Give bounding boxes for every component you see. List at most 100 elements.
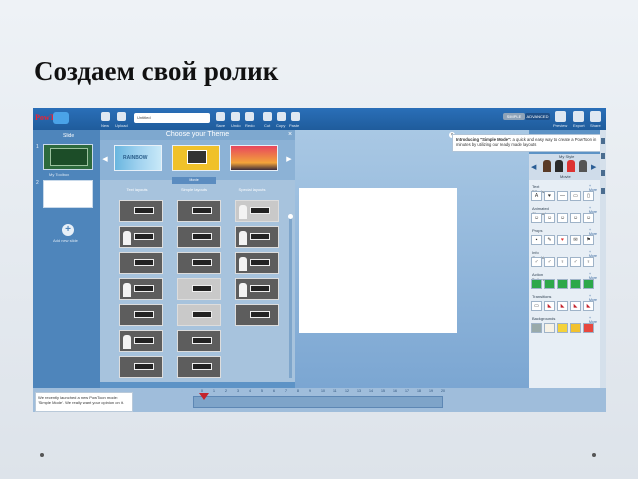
new-icon[interactable] [101,112,110,121]
copy-icon[interactable] [277,112,286,121]
action-button-item[interactable] [544,279,555,289]
layout-tile[interactable] [177,278,221,300]
theme-card[interactable] [230,145,278,171]
prop-item[interactable]: ▪ [531,235,542,245]
undo-icon[interactable] [231,112,240,121]
infographic-item[interactable]: ♂ [531,257,542,267]
action-button-item[interactable] [557,279,568,289]
action-button-item[interactable] [570,279,581,289]
layout-tile[interactable] [235,252,279,274]
transition-item[interactable]: ◣ [557,301,568,311]
layout-tile[interactable] [177,252,221,274]
background-swatch[interactable] [544,323,555,333]
chevron-right-icon[interactable]: ▶ [286,155,292,165]
nav-dot[interactable] [592,453,596,457]
paste-icon[interactable] [291,112,300,121]
prop-item[interactable]: ⚑ [583,235,594,245]
infographic-item[interactable]: ♀ [557,257,568,267]
background-swatch[interactable] [583,323,594,333]
prop-item[interactable]: ✉ [570,235,581,245]
layout-tile[interactable] [235,278,279,300]
tool-icon[interactable] [601,153,605,159]
text-effect-item[interactable]: A [531,191,542,201]
layout-tile[interactable] [119,252,163,274]
preview-icon[interactable] [555,111,566,122]
transition-item[interactable]: ◣ [583,301,594,311]
character-item[interactable]: ☺ [531,213,542,223]
add-slide-label: Add new slide [53,238,78,243]
transition-item[interactable]: ◣ [544,301,555,311]
layout-tile[interactable] [177,226,221,248]
layout-tile[interactable] [235,304,279,326]
save-icon[interactable] [216,112,225,121]
timeline-tick: 19 [429,389,433,393]
playhead-marker[interactable] [199,393,209,400]
slide-canvas[interactable] [299,188,457,333]
transition-item[interactable]: ▭ [531,301,542,311]
advanced-mode-toggle[interactable]: ADVANCED [525,113,550,120]
theme-card[interactable]: RAINBOW [114,145,162,171]
layout-tile[interactable] [177,200,221,222]
background-swatch[interactable] [570,323,581,333]
character-icon[interactable] [579,160,587,172]
nav-dot[interactable] [40,453,44,457]
timeline-track[interactable] [193,396,443,408]
action-button-item[interactable] [583,279,594,289]
project-name-input[interactable]: Untitled [134,113,210,123]
transition-item[interactable]: ◣ [570,301,581,311]
column-label: Special layouts [238,187,266,192]
chevron-left-icon[interactable]: ◀ [102,155,108,165]
preview-label: Preview [553,123,568,128]
upload-icon[interactable] [117,112,126,121]
layout-tile[interactable] [177,304,221,326]
theme-card[interactable] [172,145,220,171]
scrollbar-thumb[interactable] [288,214,293,219]
share-icon[interactable] [590,111,601,122]
background-swatch[interactable] [557,323,568,333]
layout-tile[interactable] [119,226,163,248]
chevron-left-icon[interactable]: ◀ [531,163,536,171]
layout-tile[interactable] [235,200,279,222]
character-icon[interactable] [543,160,551,172]
action-button-item[interactable] [531,279,542,289]
simple-mode-toggle[interactable]: SIMPLE [503,113,525,120]
layout-tile[interactable] [119,356,163,378]
character-item[interactable]: ☺ [557,213,568,223]
cut-icon[interactable] [263,112,272,121]
chevron-right-icon[interactable]: ▶ [591,163,596,171]
character-icon[interactable] [567,160,575,172]
layout-tile[interactable] [235,226,279,248]
slide-thumbnail[interactable] [43,144,93,170]
character-item[interactable]: ☺ [544,213,555,223]
tool-icon[interactable] [601,188,605,194]
layout-tile[interactable] [119,304,163,326]
slide-thumbnail[interactable] [43,180,93,208]
text-effect-item[interactable]: — [557,191,568,201]
background-swatch[interactable] [531,323,542,333]
infographic-item[interactable]: ♂ [544,257,555,267]
text-effect-item[interactable]: ▯ [583,191,594,201]
text-effect-item[interactable]: ♥ [544,191,555,201]
layout-tile[interactable] [177,330,221,352]
character-item[interactable]: ☺ [583,213,594,223]
close-icon[interactable]: × [288,130,292,140]
export-icon[interactable] [573,111,584,122]
infographic-item[interactable]: ♂ [570,257,581,267]
character-item[interactable]: ☺ [570,213,581,223]
tool-icon[interactable] [601,170,605,176]
character-icon[interactable] [555,160,563,172]
layout-tile[interactable] [119,330,163,352]
theme-panel-scrollbar[interactable] [289,218,292,378]
infographic-item[interactable]: ♀ [583,257,594,267]
timeline-tick: 16 [393,389,397,393]
layout-tile[interactable] [119,200,163,222]
add-slide-button[interactable]: + [62,224,74,236]
layout-tile[interactable] [119,278,163,300]
prop-item[interactable]: ✎ [544,235,555,245]
tool-icon[interactable] [601,138,605,144]
new-label: New [101,123,110,128]
layout-tile[interactable] [177,356,221,378]
redo-icon[interactable] [245,112,254,121]
text-effect-item[interactable]: ▭ [570,191,581,201]
heart-icon[interactable]: ♥ [557,235,568,245]
